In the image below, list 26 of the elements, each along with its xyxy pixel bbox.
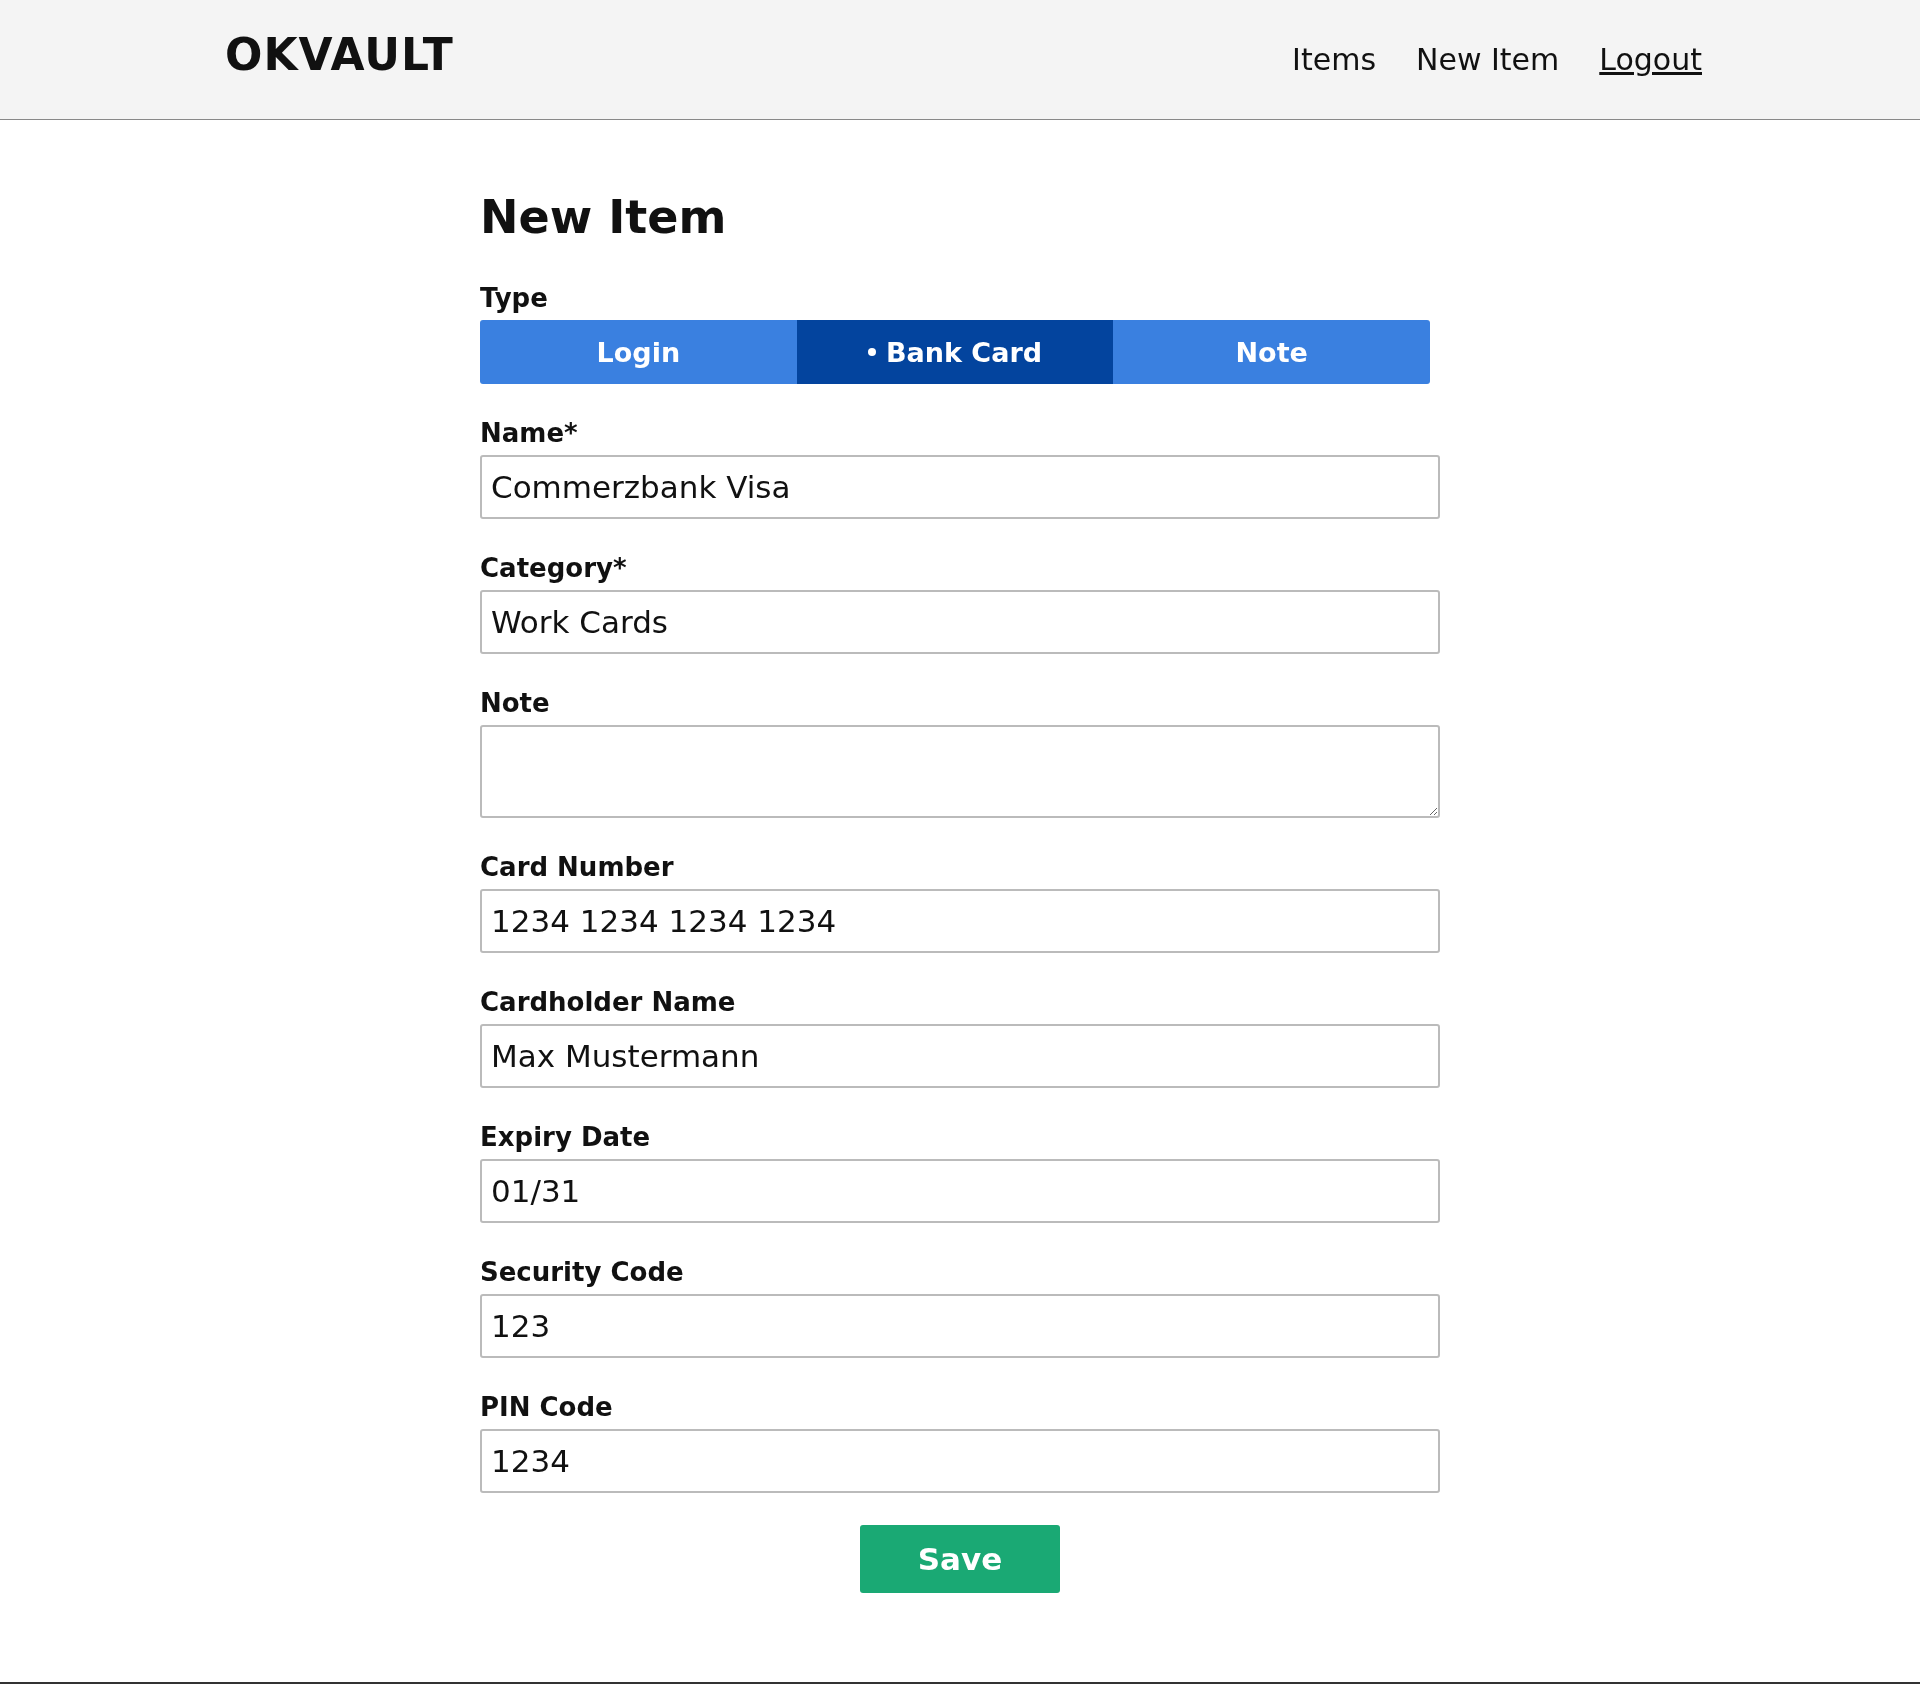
nav-link[interactable]: Logout: [1599, 42, 1702, 77]
field-label: Card Number: [480, 851, 675, 883]
field-label: Name*: [480, 417, 579, 449]
nav-link[interactable]: New Item: [1416, 42, 1560, 77]
input-field[interactable]: 1234: [480, 1429, 1440, 1493]
field-label: PIN Code: [480, 1391, 614, 1423]
field-label: Security Code: [480, 1256, 685, 1288]
note-field[interactable]: [480, 725, 1440, 818]
field-label: Note: [480, 687, 551, 719]
field-label: Category*: [480, 552, 628, 584]
type-tab[interactable]: Note: [1113, 320, 1430, 384]
input-field[interactable]: 01/31: [480, 1159, 1440, 1223]
input-field[interactable]: Work Cards: [480, 590, 1440, 654]
nav-link[interactable]: Items: [1292, 42, 1376, 77]
field-label: Type: [480, 282, 549, 314]
field-label: Cardholder Name: [480, 986, 737, 1018]
type-tab[interactable]: Login: [480, 320, 797, 384]
input-field[interactable]: 1234 1234 1234 1234: [480, 889, 1440, 953]
selected-dot-icon: [867, 348, 876, 356]
type-tab[interactable]: Bank Card: [796, 320, 1114, 384]
logo: OKVAULT: [225, 29, 454, 80]
field-label: Expiry Date: [480, 1121, 652, 1153]
input-field[interactable]: 123: [480, 1294, 1440, 1358]
input-field[interactable]: Commerzbank Visa: [480, 455, 1440, 519]
input-field[interactable]: Max Mustermann: [480, 1024, 1440, 1088]
page-title: New Item: [480, 190, 728, 244]
